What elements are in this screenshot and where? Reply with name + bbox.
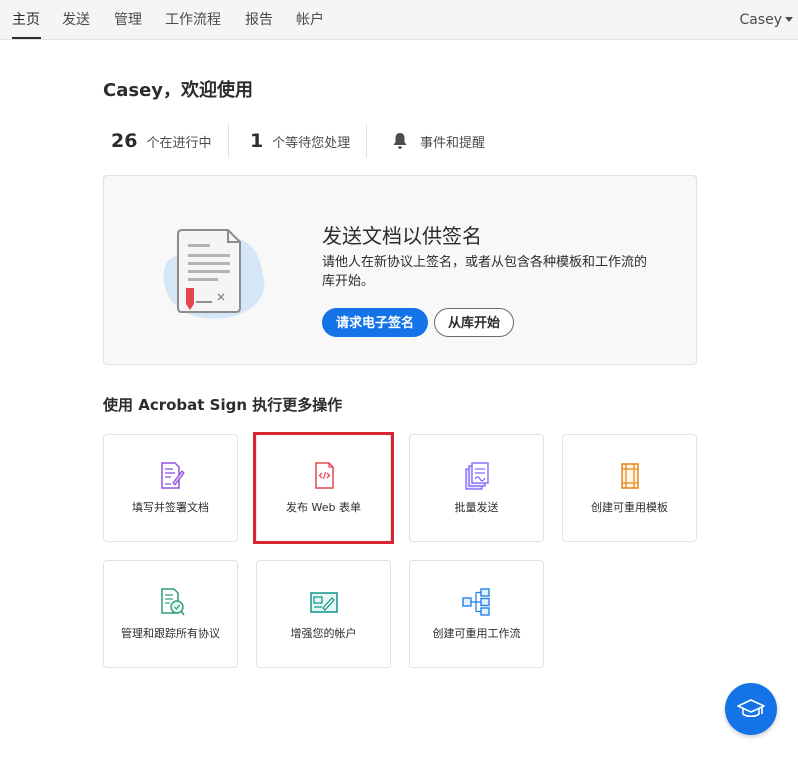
tile-label: 发布 Web 表单 [286, 501, 361, 514]
nav-home[interactable]: 主页 [12, 0, 40, 40]
nav-reports[interactable]: 报告 [245, 0, 273, 40]
tile-publish-web-form[interactable]: 发布 Web 表单 [256, 434, 391, 542]
user-name: Casey [739, 12, 782, 28]
tile-label: 创建可重用工作流 [432, 627, 521, 640]
nav-send[interactable]: 发送 [62, 0, 90, 40]
section-title: 使用 Acrobat Sign 执行更多操作 [103, 396, 343, 414]
nav-workflows[interactable]: 工作流程 [165, 0, 221, 40]
tile-create-workflow[interactable]: 创建可重用工作流 [409, 560, 544, 668]
bulk-send-icon [464, 462, 489, 490]
workflow-icon [461, 588, 490, 616]
divider [366, 124, 367, 158]
stat-in-progress[interactable]: 26 个在进行中 [111, 124, 211, 158]
chevron-down-icon [785, 16, 793, 22]
template-icon [620, 463, 639, 489]
tile-manage-track[interactable]: 管理和跟踪所有协议 [103, 560, 238, 668]
request-signature-button[interactable]: 请求电子签名 [322, 308, 429, 337]
events-label: 事件和提醒 [420, 135, 486, 151]
tile-enhance-account[interactable]: 增强您的帐户 [256, 560, 391, 668]
tile-label: 创建可重用模板 [591, 501, 668, 514]
tile-label: 增强您的帐户 [290, 627, 357, 640]
in-progress-label: 个在进行中 [146, 135, 212, 151]
waiting-count: 1 [250, 130, 264, 152]
hero-description: 请他人在新协议上签名，或者从包含各种模板和工作流的库开始。 [322, 255, 648, 289]
stats-bar: 26 个在进行中 1 个等待您处理 事件和提醒 [103, 124, 703, 158]
tile-create-template[interactable]: 创建可重用模板 [562, 434, 697, 542]
tile-bulk-send[interactable]: 批量发送 [409, 434, 544, 542]
manage-track-icon [160, 588, 185, 616]
tile-label: 管理和跟踪所有协议 [121, 627, 220, 640]
in-progress-count: 26 [111, 130, 138, 152]
document-signature-illustration [163, 229, 265, 319]
stat-events[interactable]: 事件和提醒 [392, 124, 485, 158]
bell-icon [393, 133, 407, 149]
nav-active-indicator [12, 37, 41, 39]
hero-title: 发送文档以供签名 [322, 224, 482, 248]
start-from-library-button[interactable]: 从库开始 [434, 308, 515, 337]
tile-label: 批量发送 [454, 501, 499, 514]
nav-account[interactable]: 帐户 [296, 0, 324, 40]
waiting-label: 个等待您处理 [272, 135, 351, 151]
divider [228, 124, 229, 158]
tile-label: 填写并签署文档 [132, 501, 209, 514]
welcome-heading: Casey，欢迎使用 [103, 80, 254, 101]
stat-waiting[interactable]: 1 个等待您处理 [250, 124, 350, 158]
enhance-account-icon [309, 592, 338, 613]
fill-sign-icon [160, 462, 185, 489]
learning-help-button[interactable] [725, 683, 777, 735]
tile-fill-sign[interactable]: 填写并签署文档 [103, 434, 238, 542]
web-form-icon [314, 462, 334, 489]
send-for-signature-card: 发送文档以供签名 请他人在新协议上签名，或者从包含各种模板和工作流的库开始。 请… [103, 175, 697, 365]
graduation-cap-icon [737, 699, 765, 718]
top-navigation: 主页 发送 管理 工作流程 报告 帐户 Casey [0, 0, 798, 40]
nav-manage[interactable]: 管理 [114, 0, 142, 40]
user-menu[interactable]: Casey [739, 0, 793, 40]
